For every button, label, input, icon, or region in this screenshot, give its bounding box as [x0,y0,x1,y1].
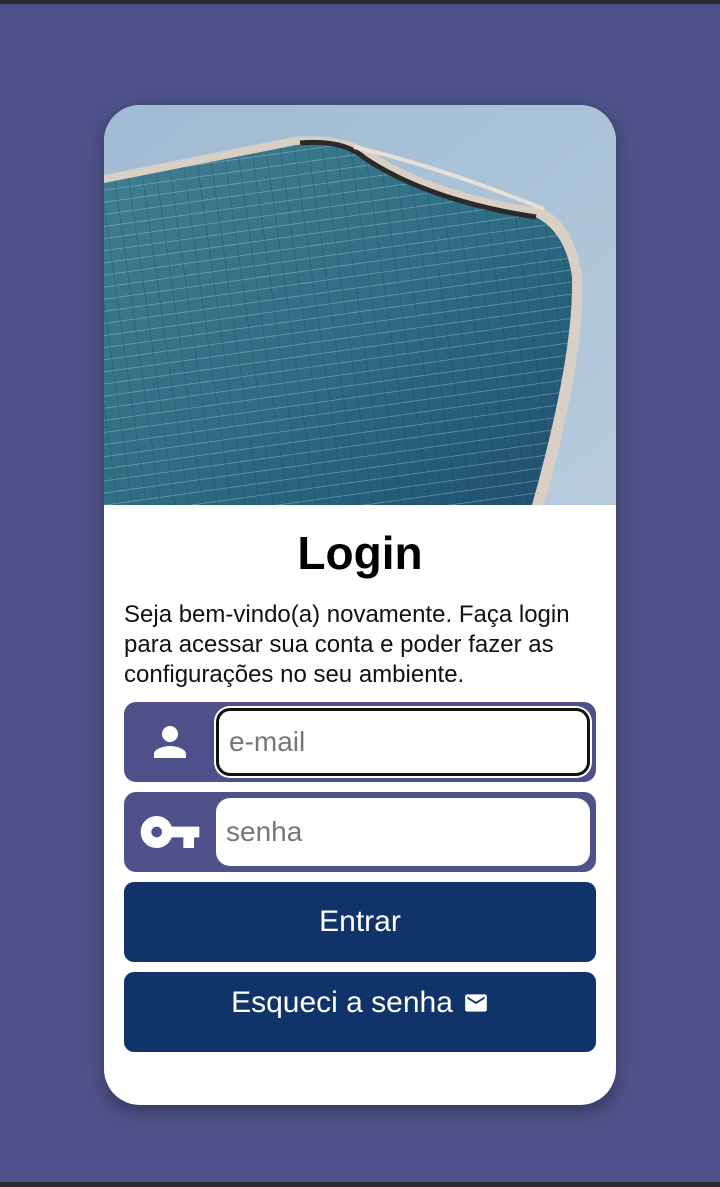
bottom-edge [0,1182,720,1187]
email-input[interactable] [216,708,590,776]
password-input[interactable] [216,798,590,866]
password-input-group [124,792,596,872]
enter-button-label: Entrar [319,905,401,938]
enter-button[interactable]: Entrar [124,882,596,962]
key-icon [124,792,216,872]
login-title: Login [297,527,423,579]
forgot-password-label: Esqueci a senha [231,986,453,1019]
email-input-group [124,702,596,782]
mail-icon [463,990,489,1016]
person-icon [124,702,216,782]
top-edge [0,0,720,4]
hero-image [104,105,616,505]
login-description: Seja bem-vindo(a) novamente. Faça login … [124,601,570,688]
forgot-password-button[interactable]: Esqueci a senha [124,972,596,1052]
login-card: Login Seja bem-vindo(a) novamente. Faça … [104,105,616,1105]
